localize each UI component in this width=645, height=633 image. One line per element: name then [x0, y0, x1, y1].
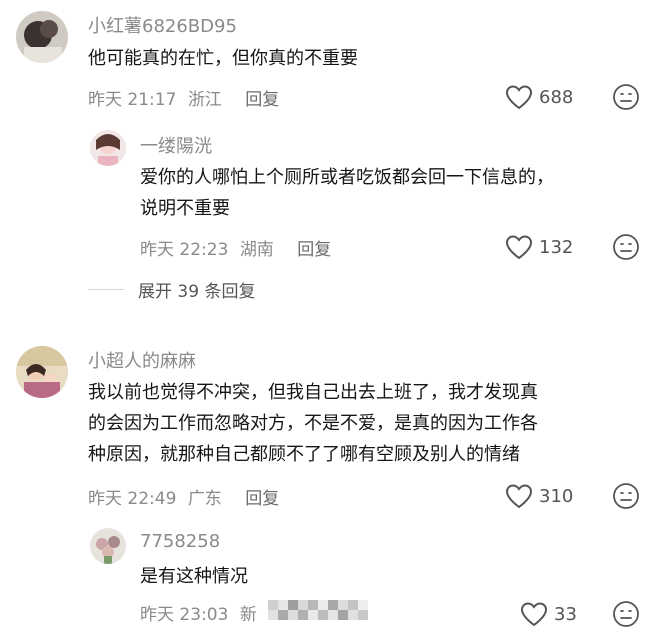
comment-time: 昨天 23:03 [140, 605, 229, 625]
comment-location: 浙江 [187, 90, 222, 110]
heart-outline-icon [505, 483, 533, 509]
like-button[interactable]: 132 [505, 234, 573, 260]
comment-meta: 昨天 22:23 湖南 回复 [140, 235, 331, 260]
comment-text: 爱你的人哪怕上个厕所或者吃饭都会回一下信息的， 说明不重要 [140, 162, 554, 224]
comment-meta: 昨天 21:17 浙江 回复 [88, 85, 279, 110]
heart-outline-icon [520, 601, 548, 627]
comment-text-line: 种原因，就那种自己都顾不了了哪有空顾及别人的情绪 [88, 444, 520, 465]
username[interactable]: 小红薯6826BD95 [88, 12, 237, 38]
comment-text-line: 说明不重要 [140, 198, 230, 219]
like-button[interactable]: 688 [505, 84, 573, 110]
comment-time: 昨天 22:49 [88, 489, 177, 509]
avatar[interactable] [90, 528, 126, 564]
comment-text: 他可能真的在忙，但你真的不重要 [88, 43, 358, 74]
frown-face-icon [612, 84, 640, 115]
watermark-mosaic [268, 598, 376, 628]
like-count: 132 [539, 236, 574, 258]
reply-button[interactable]: 回复 [297, 240, 331, 260]
comment-text-line: 的会因为工作而忽略对方，不是不爱，是真的因为工作各 [88, 413, 538, 434]
reply-button[interactable]: 回复 [245, 489, 279, 509]
comment-text: 我以前也觉得不冲突，但我自己出去上班了，我才发现真 的会因为工作而忽略对方，不是… [88, 377, 538, 470]
frown-face-icon [612, 483, 640, 514]
expand-replies-label: 展开 39 条回复 [138, 282, 256, 302]
comment-location: 湖南 [239, 240, 274, 260]
heart-outline-icon [505, 234, 533, 260]
comment-text-line: 是有这种情况 [140, 566, 248, 587]
dislike-button[interactable] [612, 600, 640, 632]
avatar[interactable] [16, 11, 68, 63]
frown-face-icon [612, 234, 640, 265]
username[interactable]: 7758258 [140, 531, 220, 552]
like-count: 688 [539, 86, 574, 108]
dislike-button[interactable] [612, 233, 640, 265]
comment-location: 广东 [187, 489, 222, 509]
comment-meta: 昨天 23:03 新 [140, 600, 257, 625]
avatar[interactable] [16, 346, 68, 398]
frown-face-icon [612, 601, 640, 632]
username[interactable]: 一缕陽洸 [140, 132, 212, 158]
comment-text-line: 他可能真的在忙，但你真的不重要 [88, 48, 358, 69]
like-button[interactable]: 33 [520, 601, 577, 627]
divider [88, 289, 124, 290]
comment-time: 昨天 21:17 [88, 90, 177, 110]
comment-meta: 昨天 22:49 广东 回复 [88, 484, 279, 509]
username[interactable]: 小超人的麻麻 [88, 347, 196, 373]
like-button[interactable]: 310 [505, 483, 573, 509]
dislike-button[interactable] [612, 83, 640, 115]
comment-text-line: 爱你的人哪怕上个厕所或者吃饭都会回一下信息的， [140, 167, 554, 188]
comment-time: 昨天 22:23 [140, 240, 229, 260]
reply-button[interactable]: 回复 [245, 90, 279, 110]
expand-replies-button[interactable]: 展开 39 条回复 [88, 277, 255, 302]
heart-outline-icon [505, 84, 533, 110]
like-count: 33 [554, 603, 577, 625]
comment-location: 新 [239, 605, 257, 625]
like-count: 310 [539, 485, 574, 507]
comment-text-line: 我以前也觉得不冲突，但我自己出去上班了，我才发现真 [88, 382, 538, 403]
avatar[interactable] [90, 130, 126, 166]
dislike-button[interactable] [612, 482, 640, 514]
comment-text: 是有这种情况 [140, 561, 248, 592]
